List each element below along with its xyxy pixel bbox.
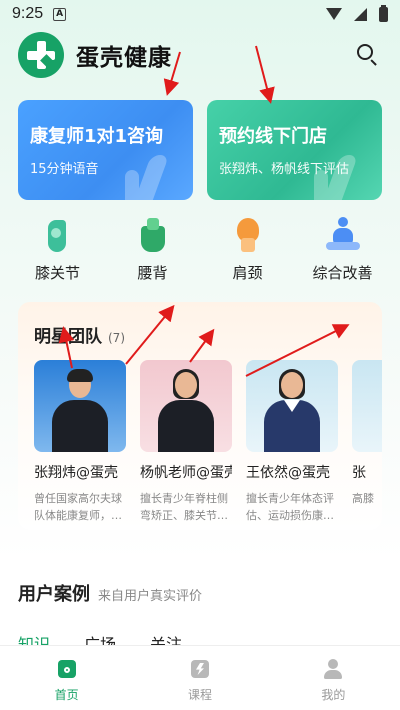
member-desc: 曾任国家高尔夫球队体能康复师，…: [34, 492, 122, 522]
member-photo: [352, 360, 382, 452]
battery-icon: [379, 4, 388, 22]
team-title: 明星团队: [34, 327, 102, 347]
team-count: (7): [108, 331, 125, 345]
star-team-section: 明星团队 (7) 张翔炜@蛋壳 曾任国家高尔夫球队体能康复师，… 杨帆老师@蛋壳…: [18, 302, 382, 530]
nav-home[interactable]: 首页: [0, 646, 133, 710]
home-icon: [56, 658, 78, 680]
bottom-nav: 首页 课程 我的: [0, 645, 400, 710]
store-card-decoration: [314, 140, 374, 200]
wifi-icon: [326, 8, 342, 20]
category-label: 肩颈: [232, 264, 263, 282]
team-header[interactable]: 明星团队 (7): [34, 322, 125, 347]
profile-icon: [322, 658, 344, 680]
member-photo: [34, 360, 126, 452]
cross-logo-icon: [18, 32, 64, 78]
member-desc: 擅长青少年体态评估、运动损伤康…: [246, 492, 334, 522]
category-knee[interactable]: 膝关节: [10, 216, 105, 288]
member-desc: 擅长青少年脊柱侧弯矫正、膝关节…: [140, 492, 228, 522]
category-row: 膝关节 腰背 肩颈 综合改善: [10, 216, 390, 288]
member-name: 王依然@蛋壳: [246, 465, 330, 481]
consult-card-decoration: [125, 140, 185, 200]
team-member-list[interactable]: 张翔炜@蛋壳 曾任国家高尔夫球队体能康复师，… 杨帆老师@蛋壳 擅长青少年脊柱侧…: [34, 360, 382, 524]
user-cases-subtitle: 来自用户真实评价: [98, 589, 203, 604]
team-member-card[interactable]: 张翔炜@蛋壳 曾任国家高尔夫球队体能康复师，…: [34, 360, 126, 524]
member-desc: 高膝: [352, 492, 374, 505]
app-title: 蛋壳健康: [76, 45, 172, 71]
neck-icon: [229, 216, 267, 254]
nav-label: 我的: [321, 688, 346, 702]
member-photo: [140, 360, 232, 452]
status-time: 9:25: [12, 5, 44, 22]
user-cases-title: 用户案例: [18, 584, 90, 605]
category-label: 综合改善: [312, 264, 373, 282]
category-waist[interactable]: 腰背: [105, 216, 200, 288]
category-general[interactable]: 综合改善: [295, 216, 390, 288]
member-photo: [246, 360, 338, 452]
waist-icon: [134, 216, 172, 254]
nav-me[interactable]: 我的: [267, 646, 400, 710]
team-member-card[interactable]: 张 高膝: [352, 360, 382, 524]
member-name: 杨帆老师@蛋壳: [140, 465, 232, 481]
consult-card[interactable]: 康复师1对1咨询 15分钟语音: [18, 100, 193, 200]
nav-course[interactable]: 课程: [133, 646, 266, 710]
nav-label: 首页: [54, 688, 79, 702]
knee-icon: [39, 216, 77, 254]
store-booking-card[interactable]: 预约线下门店 张翔炜、杨帆线下评估: [207, 100, 382, 200]
meditation-icon: [324, 216, 362, 254]
category-neck[interactable]: 肩颈: [200, 216, 295, 288]
status-bar: 9:25 A: [0, 0, 400, 28]
search-icon[interactable]: [354, 41, 382, 69]
nav-label: 课程: [187, 688, 212, 702]
team-member-card[interactable]: 杨帆老师@蛋壳 擅长青少年脊柱侧弯矫正、膝关节…: [140, 360, 232, 524]
status-right: [326, 4, 388, 22]
user-cases-header: 用户案例 来自用户真实评价: [18, 580, 202, 606]
notification-icon: A: [53, 7, 67, 21]
member-name: 张翔炜@蛋壳: [34, 465, 118, 481]
category-label: 腰背: [137, 264, 168, 282]
member-name: 张: [352, 465, 366, 481]
signal-icon: [354, 7, 367, 21]
course-icon: [189, 658, 211, 680]
app-header: 蛋壳健康: [18, 32, 382, 78]
team-member-card[interactable]: 王依然@蛋壳 擅长青少年体态评估、运动损伤康…: [246, 360, 338, 524]
category-label: 膝关节: [34, 264, 80, 282]
